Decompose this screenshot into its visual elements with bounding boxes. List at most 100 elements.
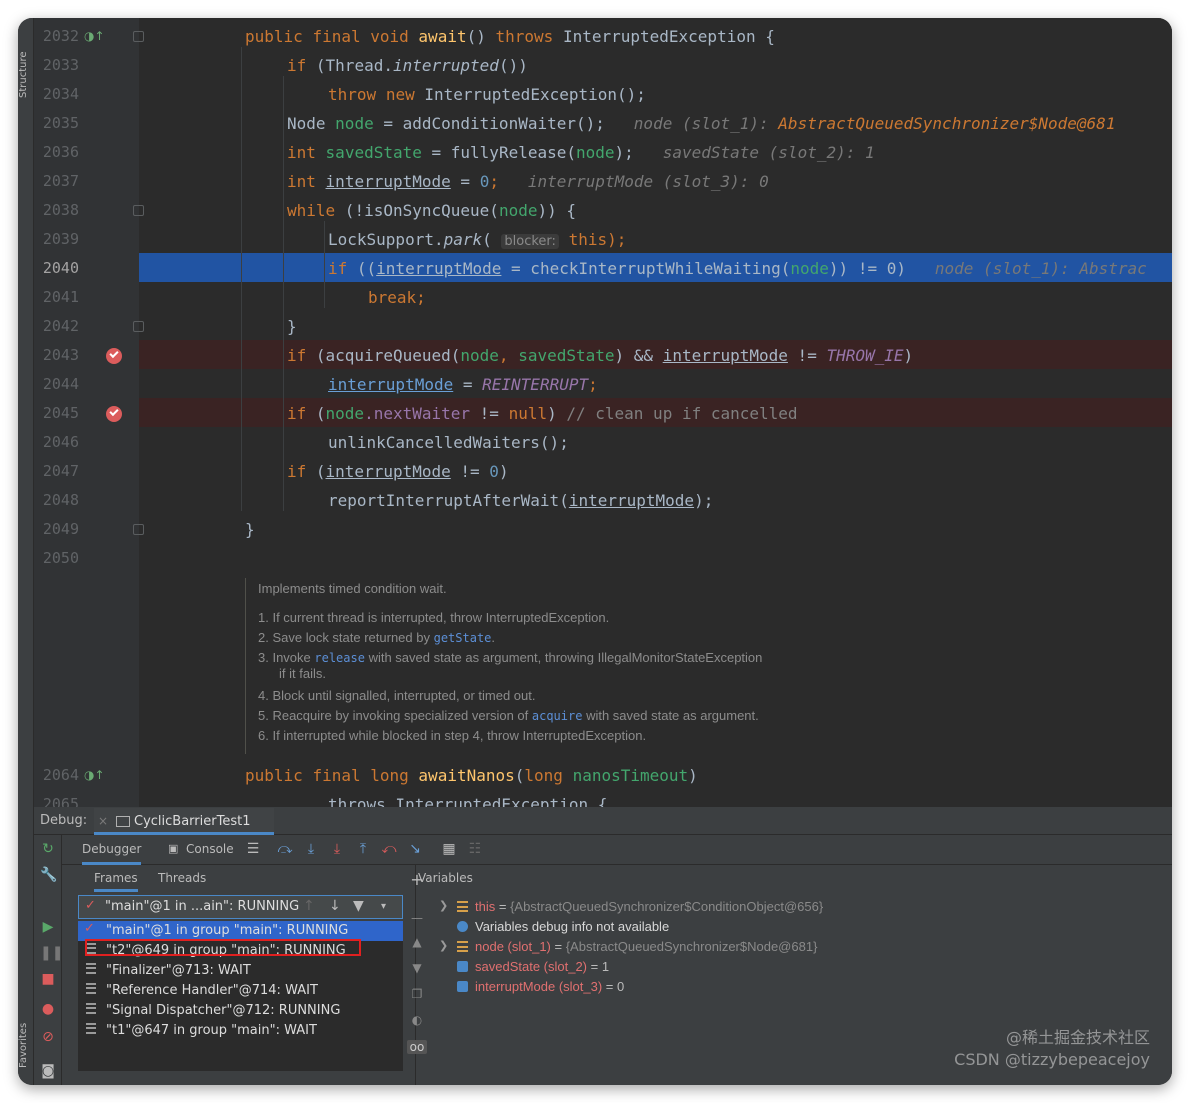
code-text: } [245,520,255,539]
mute-breakpoints-icon[interactable]: ⊘ [40,1029,56,1045]
arrow-up-icon[interactable]: ↑ [303,898,315,914]
code-text: if (Thread.interrupted()) [287,56,528,75]
check-icon: ✓ [84,921,95,936]
line-number: 2045 [42,404,79,422]
tab-frames[interactable]: Frames [94,871,138,892]
variable-row[interactable]: interruptMode (slot_3) = 0 [417,977,1157,997]
doc-item: 2. Save lock state returned by getState. [258,630,496,645]
run-to-cursor-icon[interactable]: ↘ [406,840,424,858]
view-breakpoints-icon[interactable]: ● [40,1001,56,1017]
doc-item: 3. Invoke release with saved state as ar… [258,650,763,681]
line-number: 2032 [42,27,79,45]
variable-row[interactable]: ❯ node (slot_1) = {AbstractQueuedSynchro… [417,937,1157,957]
implements-icon[interactable]: ◑↑ [84,29,105,43]
line-number: 2036 [42,143,79,161]
watermark-line: @稀土掘金技术社区 [1005,1028,1150,1047]
structure-tab[interactable]: Structure [18,32,34,98]
code-line: 2048 reportInterruptAfterWait(interruptM… [34,486,1172,515]
fold-marker-icon[interactable] [133,321,144,332]
thread-item[interactable]: "t1"@647 in group "main": WAIT [78,1021,403,1041]
thread-selector[interactable]: ✓ "main"@1 in ...ain": RUNNING ↑ ↓ ▼ ▾ [78,895,403,919]
breakpoint-icon[interactable] [106,348,122,364]
code-text: while (!isOnSyncQueue(node)) { [287,201,576,220]
line-number: 2065 [42,795,79,807]
line-number: 2034 [42,85,79,103]
camera-icon[interactable]: ◙ [40,1063,56,1079]
line-number: 2040 [42,259,79,277]
fold-marker-icon[interactable] [133,524,144,535]
rerun-icon[interactable]: ↻ [40,841,56,857]
thread-icon [86,983,96,994]
pause-icon[interactable]: ❚❚ [40,945,63,961]
code-text: int interruptMode = 0; interruptMode (sl… [287,172,769,191]
implements-icon[interactable]: ◑↑ [84,768,105,782]
code-text: public final long awaitNanos(long nanosT… [245,766,698,785]
step-into-icon[interactable]: ⤓ [328,840,346,858]
variable-row[interactable]: ❯ this = {AbstractQueuedSynchronizer$Con… [417,897,1157,917]
code-editor[interactable]: 2032 ◑↑ public final void await() throws… [34,18,1172,807]
stop-icon[interactable]: ■ [40,971,56,987]
code-line: 2043 if (acquireQueued(node, savedState)… [34,341,1172,370]
trace-icon[interactable]: ☷ [466,840,484,858]
code-line: 2065 throws InterruptedException { [34,790,1172,807]
code-line: 2033 if (Thread.interrupted()) [34,51,1172,80]
expand-arrow-icon[interactable]: ❯ [439,939,448,952]
primitive-icon [457,961,468,972]
step-over-icon[interactable]: ⤓ [302,840,320,858]
show-execution-point-icon[interactable]: ⤼ [276,840,294,858]
thread-icon [86,1023,96,1034]
line-number: 2033 [42,56,79,74]
doc-item: 1. If current thread is interrupted, thr… [258,610,610,625]
parameter-hint: blocker: [501,234,559,249]
fold-marker-icon[interactable] [133,205,144,216]
tab-threads[interactable]: Threads [158,871,206,885]
code-text: if (acquireQueued(node, savedState) && i… [287,346,914,365]
debugger-toolbar: Debugger ▣ Console ☰ ⤼ ⤓ ⤓ ⤒ ⤺ ↘ ▦ ☷ [62,835,1172,865]
tab-console[interactable]: Console [186,842,234,856]
chevron-down-icon[interactable]: ▾ [381,901,386,912]
variable-row[interactable]: savedState (slot_2) = 1 [417,957,1157,977]
resume-icon[interactable]: ▶ [40,919,56,935]
code-line: 2036 int savedState = fullyRelease(node)… [34,138,1172,167]
close-icon[interactable]: × [98,814,108,828]
drop-frame-icon[interactable]: ⤺ [380,840,398,858]
line-number: 2049 [42,520,79,538]
line-number: 2042 [42,317,79,335]
code-line: 2047 if (interruptMode != 0) [34,457,1172,486]
code-text: if (node.nextWaiter != null) // clean up… [287,404,798,423]
thread-item[interactable]: "Finalizer"@713: WAIT [78,961,403,981]
thread-item[interactable]: "Reference Handler"@714: WAIT [78,981,403,1001]
settings-wrench-icon[interactable]: 🔧 [40,867,57,883]
run-config-icon [116,816,130,827]
step-out-icon[interactable]: ⤒ [354,840,372,858]
code-text: int savedState = fullyRelease(node); sav… [287,143,875,162]
line-number: 2043 [42,346,79,364]
favorites-tab[interactable]: Favorites [18,998,34,1068]
code-text: interruptMode = REINTERRUPT; [328,375,598,394]
code-text: if ((interruptMode = checkInterruptWhile… [328,259,1147,278]
line-number: 2041 [42,288,79,306]
line-number: 2050 [42,549,79,567]
thread-icon [86,963,96,974]
code-text: public final void await() throws Interru… [245,27,775,46]
code-line: 2042 } [34,312,1172,341]
filter-icon[interactable]: ▼ [353,898,364,914]
tab-debugger[interactable]: Debugger [82,842,142,865]
arrow-down-icon[interactable]: ↓ [329,898,341,914]
doc-item: 5. Reacquire by invoking specialized ver… [258,708,759,723]
doc-list: 1. If current thread is interrupted, thr… [258,608,818,746]
session-tab-label: CyclicBarrierTest1 [134,814,251,829]
code-line: 2050 [34,544,1172,573]
line-number: 2044 [42,375,79,393]
thread-item[interactable]: ✓ "main"@1 in group "main": RUNNING [78,921,403,941]
variables-header: Variables [418,871,473,885]
menu-lines-icon[interactable]: ☰ [244,840,262,858]
thread-item[interactable]: "Signal Dispatcher"@712: RUNNING [78,1001,403,1021]
breakpoint-icon[interactable] [106,406,122,422]
expand-arrow-icon[interactable]: ❯ [439,899,448,912]
session-tab[interactable]: × CyclicBarrierTest1 [94,808,274,835]
debug-label: Debug: [40,813,88,828]
fold-marker-icon[interactable] [133,31,144,42]
line-number: 2035 [42,114,79,132]
evaluate-expression-icon[interactable]: ▦ [440,840,458,858]
